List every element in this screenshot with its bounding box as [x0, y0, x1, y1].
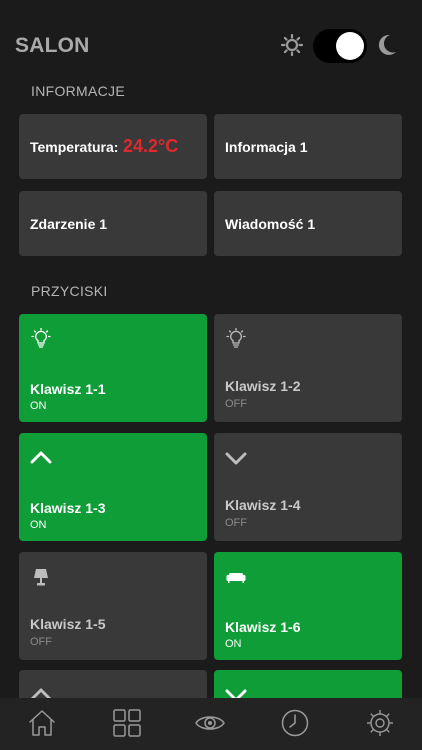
temperature-label: Temperatura: [30, 139, 119, 155]
eye-icon [195, 716, 225, 730]
chevron-up-icon [30, 451, 52, 464]
message1-label: Wiadomość 1 [225, 216, 316, 232]
tab-bar [0, 698, 422, 750]
event1-label: Zdarzenie 1 [30, 216, 108, 232]
button-tile-1-2[interactable]: Klawisz 1-2 OFF [214, 314, 402, 422]
button-tile-1-1[interactable]: Klawisz 1-1 ON [19, 314, 207, 422]
page-title: SALON [15, 34, 90, 57]
button-tile-1-3[interactable]: Klawisz 1-3 ON [19, 433, 207, 541]
section-label-info: INFORMACJE [31, 83, 125, 99]
info-tile-info1: Informacja 1 [214, 114, 402, 179]
bulb-icon [226, 328, 246, 348]
section-label-buttons: PRZYCISKI [31, 283, 108, 299]
bulb-icon [31, 328, 51, 348]
button-state: ON [30, 400, 47, 412]
tab-view[interactable] [195, 708, 225, 738]
lamp-icon [34, 569, 48, 586]
info-tile-temperature: Temperatura: 24.2°C [19, 114, 207, 179]
button-state: OFF [30, 636, 52, 648]
dark-mode-toggle[interactable] [313, 29, 367, 63]
header: SALON [0, 0, 422, 80]
moon-icon[interactable] [376, 33, 398, 57]
clock-icon [281, 709, 309, 737]
info-tile-event1: Zdarzenie 1 [19, 191, 207, 256]
tab-settings[interactable] [365, 708, 395, 738]
toggle-knob [336, 32, 364, 60]
button-tile-1-6[interactable]: Klawisz 1-6 ON [214, 552, 402, 660]
grid-icon [113, 709, 141, 737]
tab-clock[interactable] [280, 708, 310, 738]
button-name: Klawisz 1-3 [30, 500, 106, 516]
button-name: Klawisz 1-1 [30, 381, 106, 397]
chevron-down-icon [225, 452, 247, 465]
sun-icon[interactable] [281, 34, 303, 56]
button-tile-1-5[interactable]: Klawisz 1-5 OFF [19, 552, 207, 660]
temperature-value: 24.2°C [123, 136, 179, 156]
button-state: OFF [225, 517, 247, 529]
button-name: Klawisz 1-5 [30, 616, 106, 632]
button-state: OFF [225, 398, 247, 410]
button-name: Klawisz 1-2 [225, 378, 301, 394]
home-icon [29, 710, 55, 736]
tab-grid[interactable] [112, 708, 142, 738]
button-name: Klawisz 1-6 [225, 619, 301, 635]
button-tile-1-4[interactable]: Klawisz 1-4 OFF [214, 433, 402, 541]
settings-gear-icon [367, 710, 393, 736]
info-tile-message1: Wiadomość 1 [214, 191, 402, 256]
sofa-icon [226, 573, 246, 583]
button-state: ON [30, 519, 47, 531]
button-name: Klawisz 1-4 [225, 497, 301, 513]
tab-home[interactable] [27, 708, 57, 738]
info1-label: Informacja 1 [225, 139, 308, 155]
button-state: ON [225, 638, 242, 650]
